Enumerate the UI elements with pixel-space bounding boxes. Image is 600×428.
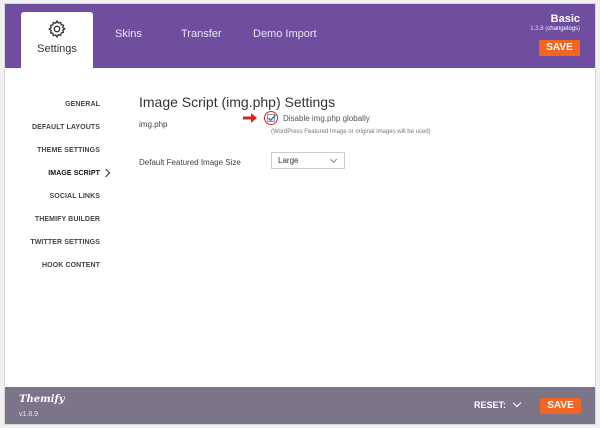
chevron-right-icon bbox=[101, 168, 111, 178]
disable-imgphp-checkbox[interactable] bbox=[267, 114, 277, 122]
arrow-right-icon bbox=[243, 113, 257, 123]
version-number: 1.3.8 ( bbox=[530, 26, 548, 32]
theme-version: 1.3.8 (changelogs) bbox=[530, 26, 580, 32]
tab-transfer[interactable]: Transfer bbox=[181, 12, 222, 68]
sidebar-item-default-layouts[interactable]: DEFAULT LAYOUTS bbox=[32, 124, 100, 131]
save-button-top[interactable]: SAVE bbox=[539, 40, 580, 56]
main-content: Image Script (img.php) Settings img.php … bbox=[115, 68, 595, 386]
version-suffix: ) bbox=[578, 26, 580, 32]
tab-demo-import[interactable]: Demo Import bbox=[253, 12, 317, 68]
sidebar-item-themify-builder[interactable]: THEMIFY BUILDER bbox=[35, 216, 100, 223]
tab-settings-label: Settings bbox=[37, 43, 77, 55]
chevron-down-icon[interactable] bbox=[512, 398, 522, 408]
sidebar-item-social-links[interactable]: SOCIAL LINKS bbox=[50, 193, 100, 200]
sidebar-item-image-script[interactable]: IMAGE SCRIPT bbox=[48, 170, 100, 177]
page-title: Image Script (img.php) Settings bbox=[139, 94, 336, 110]
themify-settings-window: Settings Skins Transfer Demo Import Basi… bbox=[4, 3, 596, 425]
sidebar-item-theme-settings[interactable]: THEME SETTINGS bbox=[37, 147, 100, 154]
sidebar-item-general[interactable]: GENERAL bbox=[65, 101, 100, 108]
sidebar-item-hook-content[interactable]: HOOK CONTENT bbox=[42, 262, 100, 269]
reset-button[interactable]: RESET: bbox=[474, 400, 506, 410]
featured-size-value: Large bbox=[278, 156, 299, 165]
tab-settings[interactable]: Settings bbox=[21, 12, 93, 68]
settings-sidebar: GENERAL DEFAULT LAYOUTS THEME SETTINGS I… bbox=[5, 68, 115, 386]
save-button-bottom[interactable]: SAVE bbox=[540, 398, 581, 414]
disable-imgphp-label: Disable img.php globally bbox=[283, 114, 370, 123]
changelog-link[interactable]: changelogs bbox=[547, 26, 578, 32]
themify-logo: Themify bbox=[19, 394, 65, 405]
top-header: Settings Skins Transfer Demo Import Basi… bbox=[5, 4, 595, 68]
highlight-circle bbox=[264, 111, 278, 125]
gear-icon bbox=[48, 19, 66, 39]
checkmark-icon bbox=[268, 114, 277, 122]
featured-size-label: Default Featured Image Size bbox=[139, 158, 241, 167]
imgphp-label: img.php bbox=[139, 120, 168, 129]
sidebar-item-twitter-settings[interactable]: TWITTER SETTINGS bbox=[30, 239, 100, 246]
chevron-down-icon bbox=[329, 155, 338, 164]
footer-version: v1.8.9 bbox=[19, 411, 39, 418]
featured-size-select[interactable]: Large bbox=[271, 152, 345, 169]
tab-skins[interactable]: Skins bbox=[115, 12, 142, 68]
bottom-footer: Themify v1.8.9 RESET: SAVE bbox=[5, 387, 595, 424]
theme-name: Basic bbox=[550, 13, 580, 25]
help-text: (WordPress Featured Image or original im… bbox=[271, 129, 431, 135]
